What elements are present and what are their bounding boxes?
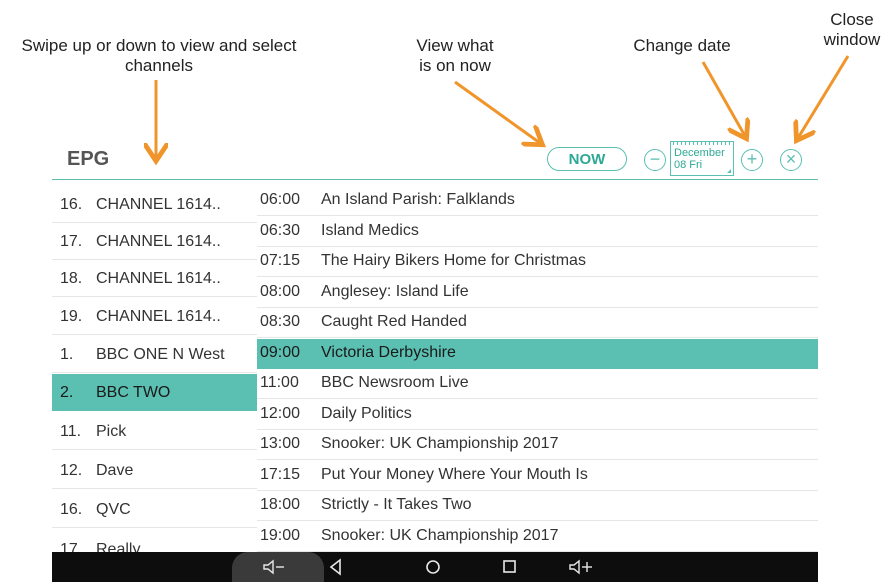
now-button[interactable]: NOW — [547, 147, 627, 171]
programme-title: Snooker: UK Championship 2017 — [321, 435, 559, 452]
plus-icon: + — [746, 149, 758, 169]
channel-name: Pick — [96, 423, 127, 440]
programme-time: 09:00 — [260, 343, 301, 361]
programme-time: 07:15 — [260, 252, 301, 269]
programme-item[interactable]: 08:00 Anglesey: Island Life — [257, 278, 818, 308]
channel-number: 18. — [60, 270, 83, 287]
channel-name: BBC ONE N West — [96, 346, 225, 363]
channel-number: 16. — [60, 501, 83, 518]
channel-item[interactable]: 2. BBC TWO — [52, 374, 257, 411]
channel-number: 1. — [60, 346, 74, 363]
arrow-to-now — [454, 80, 540, 143]
channel-name: CHANNEL 1614.. — [96, 233, 221, 250]
navigation-bar — [52, 552, 818, 582]
channel-name: CHANNEL 1614.. — [96, 308, 221, 325]
programme-title: Daily Politics — [321, 404, 412, 422]
programme-title: BBC Newsroom Live — [321, 374, 469, 391]
programme-item[interactable]: 12:00 Daily Politics — [257, 400, 818, 430]
programme-title: Strictly - It Takes Two — [321, 496, 472, 513]
channel-item[interactable]: 17. CHANNEL 1614.. — [52, 223, 257, 260]
back-icon[interactable] — [325, 556, 347, 578]
programme-title: An Island Parish: Falklands — [321, 191, 515, 208]
programme-title: Put Your Money Where Your Mouth Is — [321, 465, 588, 483]
channel-number: 12. — [60, 462, 83, 479]
programme-time: 12:00 — [260, 404, 301, 422]
volume-down-icon[interactable] — [261, 556, 287, 578]
channel-item[interactable]: 19. CHANNEL 1614.. — [52, 298, 257, 335]
programme-title: Island Medics — [321, 221, 419, 239]
calendar-ticks — [673, 141, 731, 145]
channel-name: CHANNEL 1614.. — [96, 270, 221, 287]
channel-item[interactable]: 11. Pick — [52, 413, 257, 450]
header-divider — [52, 179, 818, 180]
programme-item[interactable]: 18:00 Strictly - It Takes Two — [257, 491, 818, 521]
programme-time: 08:00 — [260, 282, 301, 300]
date-month: December — [674, 147, 725, 159]
annotation-view-now: View what is on now — [416, 36, 494, 75]
programme-time: 18:00 — [260, 496, 301, 513]
channel-item[interactable]: 17. Really — [52, 531, 257, 552]
annotation-swipe-channels: Swipe up or down to view and select chan… — [21, 36, 297, 75]
channel-item[interactable]: 12. Dave — [52, 452, 257, 489]
programme-time: 17:15 — [260, 465, 301, 483]
channel-item[interactable]: 16. QVC — [52, 491, 257, 528]
page-title: EPG — [67, 148, 110, 170]
programme-list[interactable]: 06:00 An Island Parish: Falklands 06:30 Isl… — [257, 186, 818, 552]
next-date-button[interactable]: + — [741, 149, 763, 171]
arrow-to-date-plus — [701, 61, 745, 136]
close-icon: × — [785, 149, 797, 169]
channel-name: QVC — [96, 501, 131, 518]
programme-title: Caught Red Handed — [321, 313, 467, 330]
channel-name: Dave — [96, 462, 134, 479]
programme-time: 11:00 — [260, 374, 299, 391]
channel-item[interactable]: 1. BBC ONE N West — [52, 336, 257, 373]
previous-date-button[interactable]: − — [644, 149, 666, 171]
channel-number: 11. — [60, 423, 82, 440]
minus-icon: − — [649, 149, 661, 169]
programme-item[interactable]: 13:00 Snooker: UK Championship 2017 — [257, 430, 818, 460]
channel-name: Really — [96, 541, 141, 552]
channel-name: CHANNEL 1614.. — [96, 196, 221, 213]
programme-title: Snooker: UK Championship 2017 — [321, 526, 559, 544]
recents-icon[interactable] — [498, 556, 520, 578]
channel-number: 17. — [60, 233, 83, 250]
channel-list[interactable]: 16. CHANNEL 1614.. 17. CHANNEL 1614.. 18. CHA… — [52, 186, 257, 552]
programme-item[interactable]: 06:00 An Island Parish: Falklands — [257, 186, 818, 216]
channel-name: BBC TWO — [96, 384, 171, 401]
programme-item[interactable]: 19:00 Snooker: UK Championship 2017 — [257, 522, 818, 552]
programme-title: Anglesey: Island Life — [321, 282, 469, 300]
channel-item[interactable]: 18. CHANNEL 1614.. — [52, 260, 257, 297]
programme-item[interactable]: 06:30 Island Medics — [257, 217, 818, 247]
programme-time: 06:00 — [260, 191, 301, 208]
date-day: 08 Fri — [674, 159, 703, 171]
programme-title: Victoria Derbyshire — [321, 343, 456, 361]
arrow-to-close — [798, 55, 850, 138]
programme-time: 08:30 — [260, 313, 301, 330]
annotation-change-date: Change date — [633, 36, 731, 55]
channel-number: 17. — [60, 541, 83, 552]
programme-time: 06:30 — [260, 221, 301, 239]
programme-time: 13:00 — [260, 435, 301, 452]
programme-item[interactable]: 09:00 Victoria Derbyshire — [257, 338, 818, 369]
channel-number: 2. — [60, 384, 74, 401]
channel-number: 19. — [60, 308, 83, 325]
home-icon[interactable] — [422, 556, 444, 578]
annotation-close-window: Close window — [823, 10, 881, 49]
close-button[interactable]: × — [780, 149, 802, 171]
corner-icon — [727, 169, 731, 173]
channel-item[interactable]: 16. CHANNEL 1614.. — [52, 186, 257, 223]
programme-item[interactable]: 17:15 Put Your Money Where Your Mouth Is — [257, 461, 818, 491]
programme-time: 19:00 — [260, 526, 301, 544]
programme-item[interactable]: 07:15 The Hairy Bikers Home for Christmas — [257, 247, 818, 277]
programme-title: The Hairy Bikers Home for Christmas — [321, 252, 586, 269]
channel-number: 16. — [60, 196, 83, 213]
date-display: December 08 Fri — [670, 141, 734, 176]
programme-item[interactable]: 08:30 Caught Red Handed — [257, 308, 818, 338]
volume-up-icon[interactable] — [567, 556, 595, 578]
programme-item[interactable]: 11:00 BBC Newsroom Live — [257, 369, 818, 399]
